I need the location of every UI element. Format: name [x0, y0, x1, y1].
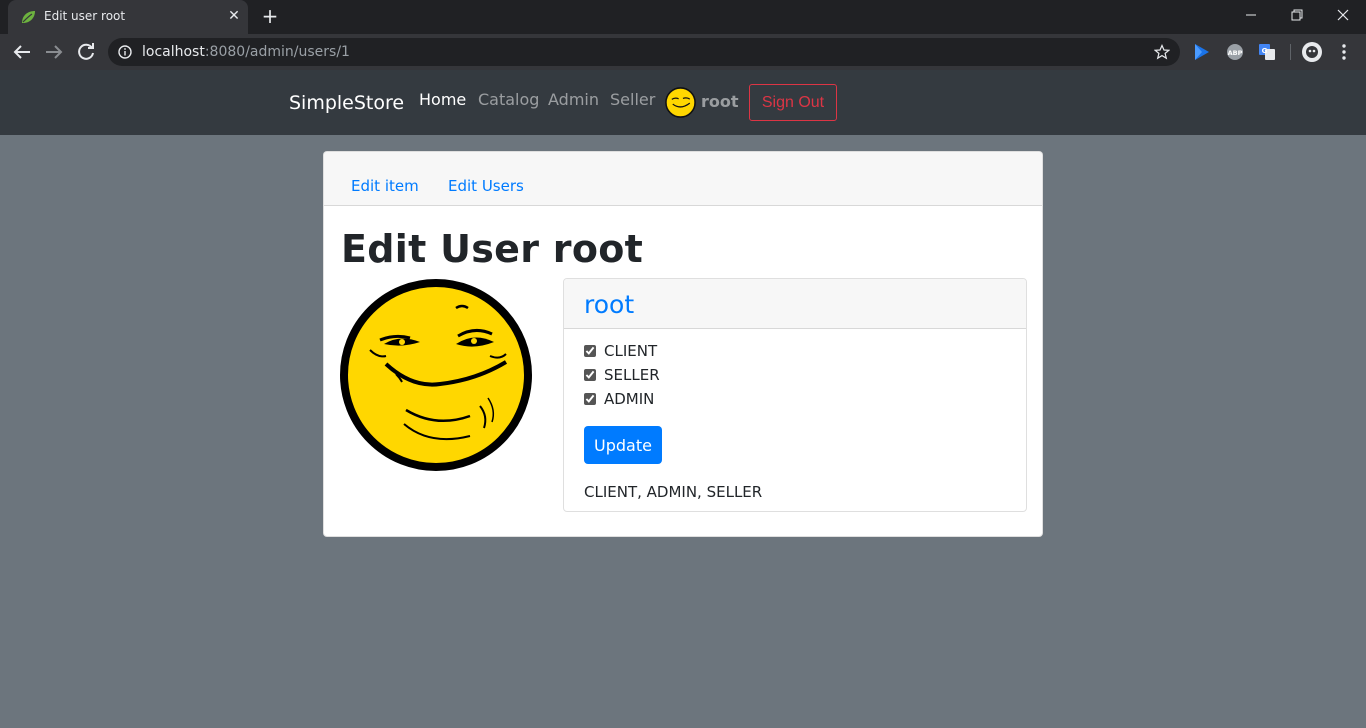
url-host: localhost: [142, 44, 205, 60]
close-tab-icon[interactable]: ✕: [226, 8, 242, 24]
browser-tabstrip: Edit user root ✕ +: [0, 0, 1366, 34]
nav-link-home[interactable]: Home: [419, 90, 466, 109]
user-roles-card: root CLIENT SELLER ADMIN Update CLIENT, …: [563, 278, 1027, 512]
user-name-heading[interactable]: root: [584, 290, 634, 319]
url-path: :8080/admin/users/1: [204, 44, 350, 60]
page-title: Edit User root: [341, 227, 644, 271]
role-admin-checkbox[interactable]: [584, 393, 596, 405]
roles-summary: CLIENT, ADMIN, SELLER: [584, 483, 763, 501]
reload-icon[interactable]: [74, 40, 98, 64]
address-bar[interactable]: localhost:8080/admin/users/1: [108, 38, 1180, 66]
nav-username[interactable]: root: [701, 92, 739, 111]
nav-link-seller[interactable]: Seller: [610, 90, 655, 109]
site-navbar: SimpleStore Home Catalog Admin Seller ro…: [0, 70, 1366, 135]
nav-link-admin[interactable]: Admin: [548, 90, 599, 109]
close-window-icon[interactable]: [1320, 0, 1366, 30]
minimize-icon[interactable]: [1228, 0, 1274, 30]
browser-toolbar: localhost:8080/admin/users/1 ABP G: [0, 34, 1366, 70]
role-seller-checkbox[interactable]: [584, 369, 596, 381]
adblock-icon[interactable]: ABP: [1225, 42, 1245, 62]
update-button[interactable]: Update: [584, 426, 662, 464]
user-card-header: root: [564, 279, 1026, 329]
edit-card: Edit item Edit Users Edit User root root: [323, 151, 1043, 537]
spring-leaf-icon: [22, 11, 35, 23]
role-client-label: CLIENT: [604, 342, 658, 360]
info-icon[interactable]: [118, 45, 132, 59]
tab-title: Edit user root: [44, 9, 126, 23]
translate-icon[interactable]: G: [1257, 42, 1277, 62]
user-avatar-image: [340, 279, 532, 471]
forward-arrow-icon[interactable]: [42, 40, 66, 64]
play-extension-icon[interactable]: [1192, 42, 1212, 62]
nav-link-catalog[interactable]: Catalog: [478, 90, 539, 109]
browser-tab[interactable]: Edit user root ✕: [8, 0, 248, 34]
svg-text:ABP: ABP: [1228, 49, 1243, 57]
svg-text:G: G: [1262, 47, 1268, 55]
bookmark-star-icon[interactable]: [1154, 44, 1170, 60]
role-client-checkbox[interactable]: [584, 345, 596, 357]
toolbar-divider: [1290, 44, 1291, 60]
card-header-tabs: Edit item Edit Users: [324, 152, 1042, 206]
back-arrow-icon[interactable]: [10, 40, 34, 64]
new-tab-icon[interactable]: +: [260, 6, 280, 26]
more-menu-icon[interactable]: [1334, 42, 1354, 62]
role-seller-label: SELLER: [604, 366, 660, 384]
sign-out-button[interactable]: Sign Out: [749, 84, 837, 121]
url-text: localhost:8080/admin/users/1: [142, 44, 350, 60]
profile-avatar-icon[interactable]: [1301, 41, 1323, 63]
brand-link[interactable]: SimpleStore: [289, 92, 404, 114]
role-admin-label: ADMIN: [604, 390, 655, 408]
tab-edit-users[interactable]: Edit Users: [448, 177, 524, 195]
tab-edit-item[interactable]: Edit item: [351, 177, 419, 195]
restore-icon[interactable]: [1274, 0, 1320, 30]
user-avatar[interactable]: [665, 87, 696, 118]
